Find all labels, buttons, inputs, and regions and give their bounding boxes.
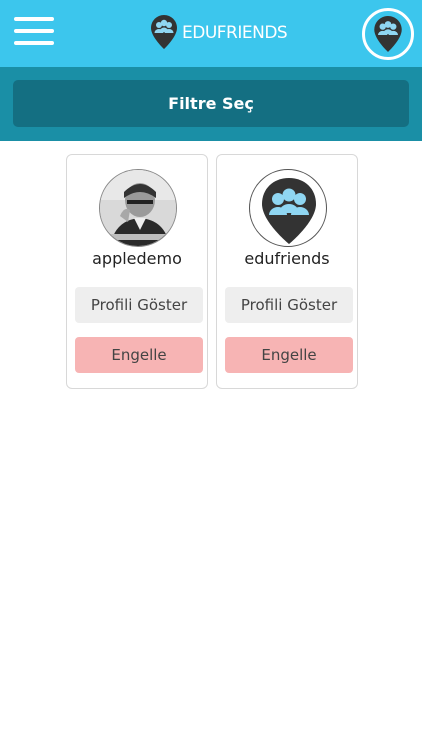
show-profile-button[interactable]: Profili Göster	[75, 287, 203, 323]
location-pin-icon	[151, 15, 177, 49]
user-card: appledemo Profili Göster Engelle	[66, 154, 208, 389]
app-logo: EDUFRIENDS	[150, 14, 288, 50]
edufriends-logo-icon	[374, 16, 402, 52]
user-avatar-button[interactable]	[362, 8, 414, 60]
profile-photo	[100, 170, 176, 246]
block-button[interactable]: Engelle	[225, 337, 353, 373]
username: appledemo	[92, 249, 182, 268]
block-button[interactable]: Engelle	[75, 337, 203, 373]
edufriends-logo-icon	[262, 178, 316, 244]
filter-bar: Filtre Seç	[0, 67, 422, 141]
avatar	[249, 169, 327, 247]
avatar	[99, 169, 177, 247]
brand-name: EDUFRIENDS	[182, 23, 288, 43]
username: edufriends	[244, 249, 330, 268]
user-card: edufriends Profili Göster Engelle	[216, 154, 358, 389]
top-bar: EDUFRIENDS	[0, 0, 422, 67]
show-profile-button[interactable]: Profili Göster	[225, 287, 353, 323]
menu-button[interactable]	[14, 17, 54, 49]
hamburger-menu-icon	[14, 17, 54, 21]
filter-select-button[interactable]: Filtre Seç	[13, 80, 409, 127]
